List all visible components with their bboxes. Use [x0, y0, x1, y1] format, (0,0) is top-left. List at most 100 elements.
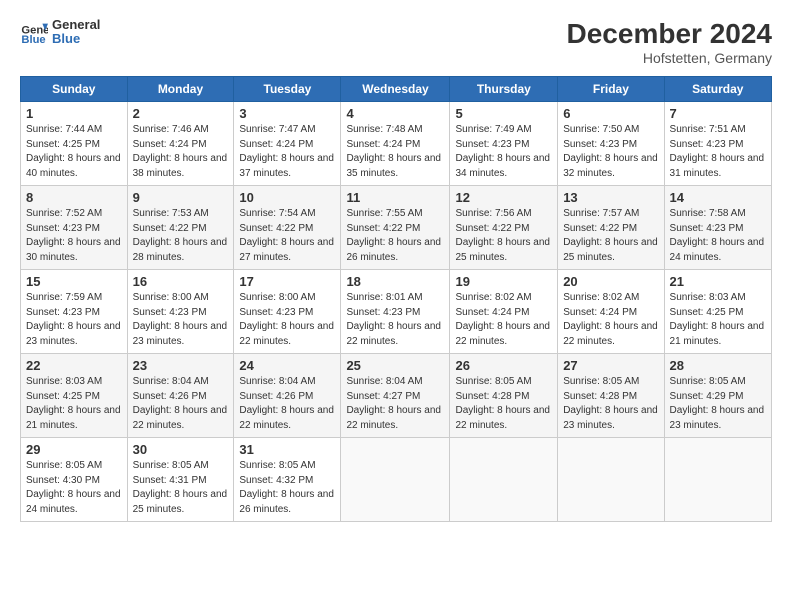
header: General Blue General Blue December 2024 … — [20, 18, 772, 66]
calendar-cell: 23 Sunrise: 8:04 AMSunset: 4:26 PMDaylig… — [127, 354, 234, 438]
day-number: 8 — [26, 190, 122, 205]
calendar-cell: 19 Sunrise: 8:02 AMSunset: 4:24 PMDaylig… — [450, 270, 558, 354]
day-number: 17 — [239, 274, 335, 289]
calendar-cell: 26 Sunrise: 8:05 AMSunset: 4:28 PMDaylig… — [450, 354, 558, 438]
day-number: 15 — [26, 274, 122, 289]
day-number: 27 — [563, 358, 658, 373]
day-info: Sunrise: 7:59 AMSunset: 4:23 PMDaylight:… — [26, 292, 121, 347]
day-number: 21 — [670, 274, 766, 289]
day-info: Sunrise: 7:50 AMSunset: 4:23 PMDaylight:… — [563, 124, 658, 179]
day-info: Sunrise: 8:05 AMSunset: 4:28 PMDaylight:… — [563, 376, 658, 431]
calendar-cell: 10 Sunrise: 7:54 AMSunset: 4:22 PMDaylig… — [234, 186, 341, 270]
day-info: Sunrise: 8:01 AMSunset: 4:23 PMDaylight:… — [346, 292, 441, 347]
calendar-cell: 13 Sunrise: 7:57 AMSunset: 4:22 PMDaylig… — [558, 186, 664, 270]
logo-icon: General Blue — [20, 18, 48, 46]
weekday-header-saturday: Saturday — [664, 77, 771, 102]
day-info: Sunrise: 7:54 AMSunset: 4:22 PMDaylight:… — [239, 208, 334, 263]
day-number: 31 — [239, 442, 335, 457]
day-number: 16 — [133, 274, 229, 289]
day-info: Sunrise: 7:47 AMSunset: 4:24 PMDaylight:… — [239, 124, 334, 179]
calendar-cell: 31 Sunrise: 8:05 AMSunset: 4:32 PMDaylig… — [234, 438, 341, 522]
calendar-cell: 5 Sunrise: 7:49 AMSunset: 4:23 PMDayligh… — [450, 102, 558, 186]
day-number: 12 — [455, 190, 552, 205]
calendar-cell — [558, 438, 664, 522]
day-number: 1 — [26, 106, 122, 121]
day-number: 6 — [563, 106, 658, 121]
day-info: Sunrise: 7:49 AMSunset: 4:23 PMDaylight:… — [455, 124, 550, 179]
calendar-cell: 1 Sunrise: 7:44 AMSunset: 4:25 PMDayligh… — [21, 102, 128, 186]
page: General Blue General Blue December 2024 … — [0, 0, 792, 612]
day-info: Sunrise: 7:57 AMSunset: 4:22 PMDaylight:… — [563, 208, 658, 263]
day-info: Sunrise: 7:52 AMSunset: 4:23 PMDaylight:… — [26, 208, 121, 263]
day-info: Sunrise: 8:03 AMSunset: 4:25 PMDaylight:… — [26, 376, 121, 431]
day-number: 19 — [455, 274, 552, 289]
calendar-cell: 7 Sunrise: 7:51 AMSunset: 4:23 PMDayligh… — [664, 102, 771, 186]
day-info: Sunrise: 8:05 AMSunset: 4:28 PMDaylight:… — [455, 376, 550, 431]
logo-blue: Blue — [52, 32, 100, 46]
calendar-cell: 22 Sunrise: 8:03 AMSunset: 4:25 PMDaylig… — [21, 354, 128, 438]
day-number: 11 — [346, 190, 444, 205]
svg-text:Blue: Blue — [21, 34, 45, 46]
location: Hofstetten, Germany — [567, 50, 772, 66]
weekday-header-wednesday: Wednesday — [341, 77, 450, 102]
calendar-cell: 20 Sunrise: 8:02 AMSunset: 4:24 PMDaylig… — [558, 270, 664, 354]
day-info: Sunrise: 8:05 AMSunset: 4:32 PMDaylight:… — [239, 460, 334, 515]
calendar-cell: 21 Sunrise: 8:03 AMSunset: 4:25 PMDaylig… — [664, 270, 771, 354]
day-info: Sunrise: 8:02 AMSunset: 4:24 PMDaylight:… — [455, 292, 550, 347]
day-number: 26 — [455, 358, 552, 373]
day-info: Sunrise: 7:51 AMSunset: 4:23 PMDaylight:… — [670, 124, 765, 179]
day-number: 20 — [563, 274, 658, 289]
day-info: Sunrise: 8:00 AMSunset: 4:23 PMDaylight:… — [239, 292, 334, 347]
day-number: 2 — [133, 106, 229, 121]
day-number: 30 — [133, 442, 229, 457]
weekday-header-monday: Monday — [127, 77, 234, 102]
calendar-cell — [341, 438, 450, 522]
day-info: Sunrise: 7:53 AMSunset: 4:22 PMDaylight:… — [133, 208, 228, 263]
day-number: 28 — [670, 358, 766, 373]
weekday-header-sunday: Sunday — [21, 77, 128, 102]
day-number: 22 — [26, 358, 122, 373]
day-info: Sunrise: 8:05 AMSunset: 4:29 PMDaylight:… — [670, 376, 765, 431]
calendar-cell: 2 Sunrise: 7:46 AMSunset: 4:24 PMDayligh… — [127, 102, 234, 186]
calendar-cell: 12 Sunrise: 7:56 AMSunset: 4:22 PMDaylig… — [450, 186, 558, 270]
calendar-cell: 29 Sunrise: 8:05 AMSunset: 4:30 PMDaylig… — [21, 438, 128, 522]
day-info: Sunrise: 8:05 AMSunset: 4:30 PMDaylight:… — [26, 460, 121, 515]
calendar-cell: 6 Sunrise: 7:50 AMSunset: 4:23 PMDayligh… — [558, 102, 664, 186]
calendar: SundayMondayTuesdayWednesdayThursdayFrid… — [20, 76, 772, 522]
calendar-cell: 14 Sunrise: 7:58 AMSunset: 4:23 PMDaylig… — [664, 186, 771, 270]
day-info: Sunrise: 8:00 AMSunset: 4:23 PMDaylight:… — [133, 292, 228, 347]
calendar-cell: 30 Sunrise: 8:05 AMSunset: 4:31 PMDaylig… — [127, 438, 234, 522]
calendar-cell: 27 Sunrise: 8:05 AMSunset: 4:28 PMDaylig… — [558, 354, 664, 438]
day-info: Sunrise: 8:04 AMSunset: 4:26 PMDaylight:… — [133, 376, 228, 431]
day-info: Sunrise: 7:56 AMSunset: 4:22 PMDaylight:… — [455, 208, 550, 263]
day-info: Sunrise: 7:44 AMSunset: 4:25 PMDaylight:… — [26, 124, 121, 179]
day-number: 4 — [346, 106, 444, 121]
calendar-cell: 3 Sunrise: 7:47 AMSunset: 4:24 PMDayligh… — [234, 102, 341, 186]
day-info: Sunrise: 8:03 AMSunset: 4:25 PMDaylight:… — [670, 292, 765, 347]
logo-general: General — [52, 18, 100, 32]
day-info: Sunrise: 7:48 AMSunset: 4:24 PMDaylight:… — [346, 124, 441, 179]
day-info: Sunrise: 7:46 AMSunset: 4:24 PMDaylight:… — [133, 124, 228, 179]
calendar-cell: 4 Sunrise: 7:48 AMSunset: 4:24 PMDayligh… — [341, 102, 450, 186]
month-title: December 2024 — [567, 18, 772, 50]
day-number: 25 — [346, 358, 444, 373]
calendar-cell: 8 Sunrise: 7:52 AMSunset: 4:23 PMDayligh… — [21, 186, 128, 270]
calendar-cell — [450, 438, 558, 522]
day-info: Sunrise: 8:05 AMSunset: 4:31 PMDaylight:… — [133, 460, 228, 515]
logo: General Blue General Blue — [20, 18, 100, 47]
day-number: 10 — [239, 190, 335, 205]
day-info: Sunrise: 8:02 AMSunset: 4:24 PMDaylight:… — [563, 292, 658, 347]
day-number: 24 — [239, 358, 335, 373]
calendar-cell: 11 Sunrise: 7:55 AMSunset: 4:22 PMDaylig… — [341, 186, 450, 270]
calendar-cell: 28 Sunrise: 8:05 AMSunset: 4:29 PMDaylig… — [664, 354, 771, 438]
day-info: Sunrise: 7:58 AMSunset: 4:23 PMDaylight:… — [670, 208, 765, 263]
title-block: December 2024 Hofstetten, Germany — [567, 18, 772, 66]
weekday-header-friday: Friday — [558, 77, 664, 102]
day-info: Sunrise: 8:04 AMSunset: 4:26 PMDaylight:… — [239, 376, 334, 431]
day-info: Sunrise: 8:04 AMSunset: 4:27 PMDaylight:… — [346, 376, 441, 431]
day-number: 14 — [670, 190, 766, 205]
day-number: 23 — [133, 358, 229, 373]
calendar-cell: 18 Sunrise: 8:01 AMSunset: 4:23 PMDaylig… — [341, 270, 450, 354]
weekday-header-thursday: Thursday — [450, 77, 558, 102]
day-number: 3 — [239, 106, 335, 121]
